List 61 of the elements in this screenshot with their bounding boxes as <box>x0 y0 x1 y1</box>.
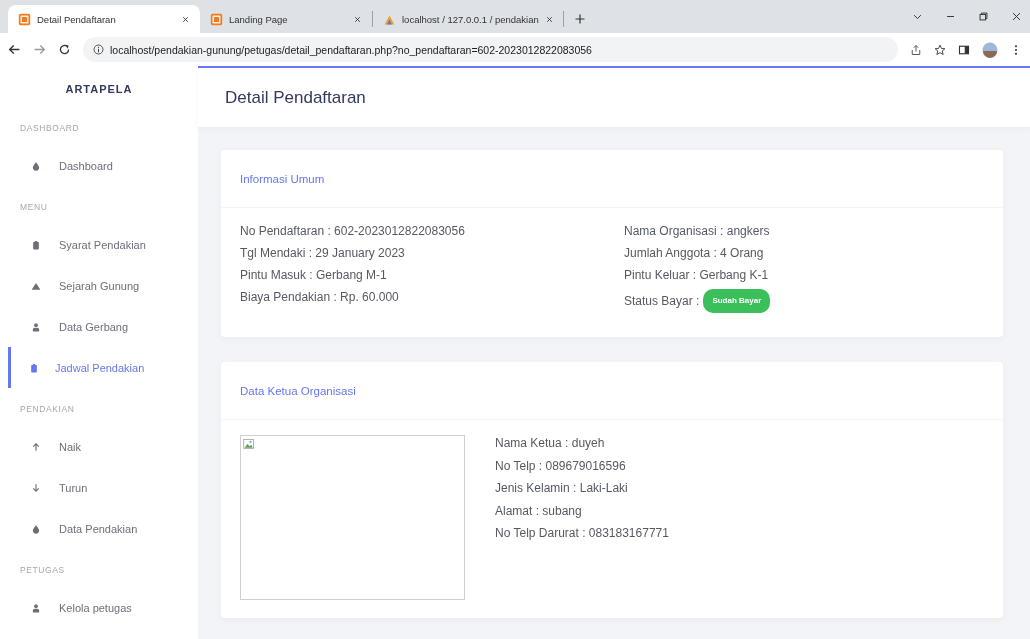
info-text: Jenis Kelamin : Laki-Laki <box>495 480 629 497</box>
sidebar-item[interactable]: Kelola petugas <box>8 587 198 628</box>
section-heading: MENU <box>19 201 49 214</box>
sidebar-item[interactable]: Data Pendakian <box>8 508 198 549</box>
info-text: No Telp Darurat : 083183167771 <box>495 525 669 542</box>
browser-tab[interactable]: localhost / 127.0.0.1 / pendakian <box>373 5 563 33</box>
sidebar-item[interactable]: Syarat Pendakian <box>8 224 198 265</box>
clipboard-icon <box>31 239 41 250</box>
close-icon[interactable] <box>181 14 190 24</box>
browser-tab[interactable]: Landing Page <box>200 5 372 33</box>
sidebar-item[interactable]: Data Gerbang <box>8 306 198 347</box>
restore-icon[interactable] <box>978 11 989 22</box>
drop-icon <box>31 523 41 534</box>
sidebar-item[interactable]: Naik <box>8 426 198 467</box>
brand-name: ARTAPELA <box>65 83 133 95</box>
info-text: Status Bayar : <box>624 293 700 309</box>
info-text: Alamat : subang <box>495 502 583 519</box>
sail-logo-icon <box>383 12 396 26</box>
sidebar-item[interactable]: Turun <box>8 467 198 508</box>
sidebar-item[interactable]: Sejarah Gunung <box>8 265 198 306</box>
new-tab-icon[interactable] <box>574 13 586 25</box>
section-heading: PETUGAS <box>19 564 66 577</box>
card-title: Data Ketua Organisasi <box>240 384 356 397</box>
browser-tab[interactable]: Detail Pendaftaran <box>8 5 200 33</box>
share-icon[interactable] <box>910 43 922 56</box>
info-text: Nama Organisasi : angkers <box>624 223 771 239</box>
drop-icon <box>31 160 41 171</box>
card-title: Informasi Umum <box>240 172 325 185</box>
address-bar[interactable]: localhost/pendakian-gunung/petugas/detail_pendaftaran.php?no_pendaftaran=602-2023012822083056 <box>83 37 898 62</box>
close-icon[interactable] <box>353 14 362 24</box>
info-text: Jumlah Anggota : 4 Orang <box>624 245 765 261</box>
sidebar-item[interactable]: Dashboard <box>8 145 198 186</box>
status-badge: Sudah Bayar <box>703 289 771 313</box>
info-text: Nama Ketua : duyeh <box>495 435 606 452</box>
back-icon[interactable] <box>8 43 21 56</box>
user-icon <box>31 602 41 613</box>
section-heading: PENDAKIAN <box>19 403 76 416</box>
user-icon <box>31 321 41 332</box>
arrow-down-icon <box>31 482 41 493</box>
close-icon[interactable] <box>1011 11 1022 22</box>
avatar-icon[interactable] <box>982 41 998 58</box>
arrow-up-icon <box>31 441 41 452</box>
page-title: Detail Pendaftaran <box>225 87 366 108</box>
star-icon[interactable] <box>934 43 946 56</box>
section-heading: DASHBOARD <box>19 122 81 135</box>
info-text: Tgl Mendaki : 29 January 2023 <box>240 245 406 261</box>
side-panel-icon[interactable] <box>958 43 970 56</box>
broken-image-icon <box>243 438 255 450</box>
info-text: Biaya Pendakian : Rp. 60.000 <box>240 289 400 305</box>
info-icon[interactable] <box>93 44 104 55</box>
square-logo-icon <box>210 12 223 26</box>
clipboard-icon <box>29 362 39 373</box>
reload-icon[interactable] <box>58 43 71 56</box>
info-text: No Pendaftaran : 602-2023012822083056 <box>240 223 466 239</box>
info-text: Pintu Keluar : Gerbang K-1 <box>624 267 770 283</box>
sidebar-item[interactable]: Jadwal Pendakian <box>8 347 198 388</box>
close-icon[interactable] <box>544 14 554 24</box>
info-text: Pintu Masuk : Gerbang M-1 <box>240 267 388 283</box>
info-text: No Telp : 089679016596 <box>495 457 627 474</box>
square-logo-icon <box>18 12 31 26</box>
forward-icon[interactable] <box>33 43 46 56</box>
